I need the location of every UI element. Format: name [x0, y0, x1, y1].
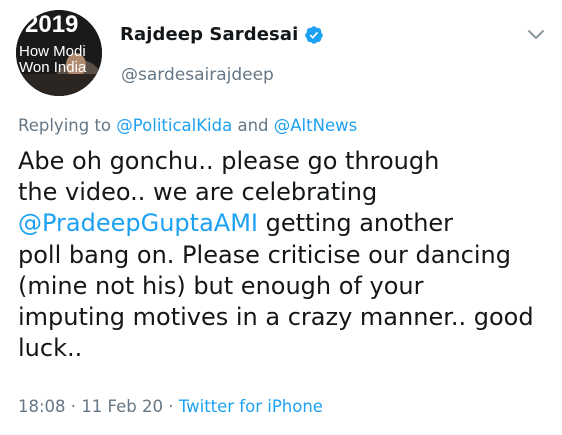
display-name[interactable]: Rajdeep Sardesai — [120, 24, 298, 45]
replying-to-prefix: Replying to — [18, 116, 117, 135]
avatar-year-text: 2019 — [25, 11, 78, 38]
avatar-caption-line1: How Modi — [19, 43, 86, 60]
meta-separator: · — [65, 397, 82, 416]
mention-link-altnews[interactable]: @AltNews — [274, 116, 357, 135]
mention-link-politicalkida[interactable]: @PoliticalKida — [116, 116, 232, 135]
tweet-text-line: imputing motives in a crazy manner.. goo… — [18, 303, 534, 332]
tweet-text-line: the video.. we are celebrating — [18, 178, 378, 207]
verified-badge-icon — [304, 25, 324, 45]
tweet-source-link[interactable]: Twitter for iPhone — [179, 397, 323, 416]
tweet-text-line: (mine not his) but enough of your — [18, 271, 424, 300]
meta-separator: · — [163, 397, 179, 416]
avatar-caption-line2: Won India — [19, 59, 87, 76]
tweet-text-line: poll bang on. Please criticise our danci… — [18, 240, 511, 269]
mention-link-pradeepguptaami[interactable]: @PradeepGuptaAMI — [18, 209, 258, 237]
tweet-body: Abe oh gonchu.. please go through the vi… — [18, 146, 550, 364]
tweet-date[interactable]: 11 Feb 20 — [81, 397, 163, 416]
chevron-down-icon[interactable] — [524, 22, 548, 46]
replying-to: Replying to @PoliticalKida and @AltNews — [18, 116, 357, 135]
tweet-time[interactable]: 18:08 — [18, 397, 66, 416]
author-name-row: Rajdeep Sardesai — [120, 24, 324, 45]
tweet-text-line: Abe oh gonchu.. please go through — [18, 147, 440, 175]
tweet-meta: 18:08 · 11 Feb 20 · Twitter for iPhone — [18, 397, 323, 416]
author-handle[interactable]: @sardesairajdeep — [121, 65, 274, 85]
replying-to-joiner: and — [232, 116, 274, 135]
tweet-text-fragment: getting another — [258, 209, 454, 238]
tweet-text-line: luck.. — [18, 334, 83, 363]
tweet-card: 2019 How Modi Won India Rajdeep Sardesai… — [0, 0, 562, 435]
tweet-text-line: @PradeepGuptaAMI getting another — [18, 208, 550, 239]
avatar[interactable]: 2019 How Modi Won India — [16, 10, 102, 96]
